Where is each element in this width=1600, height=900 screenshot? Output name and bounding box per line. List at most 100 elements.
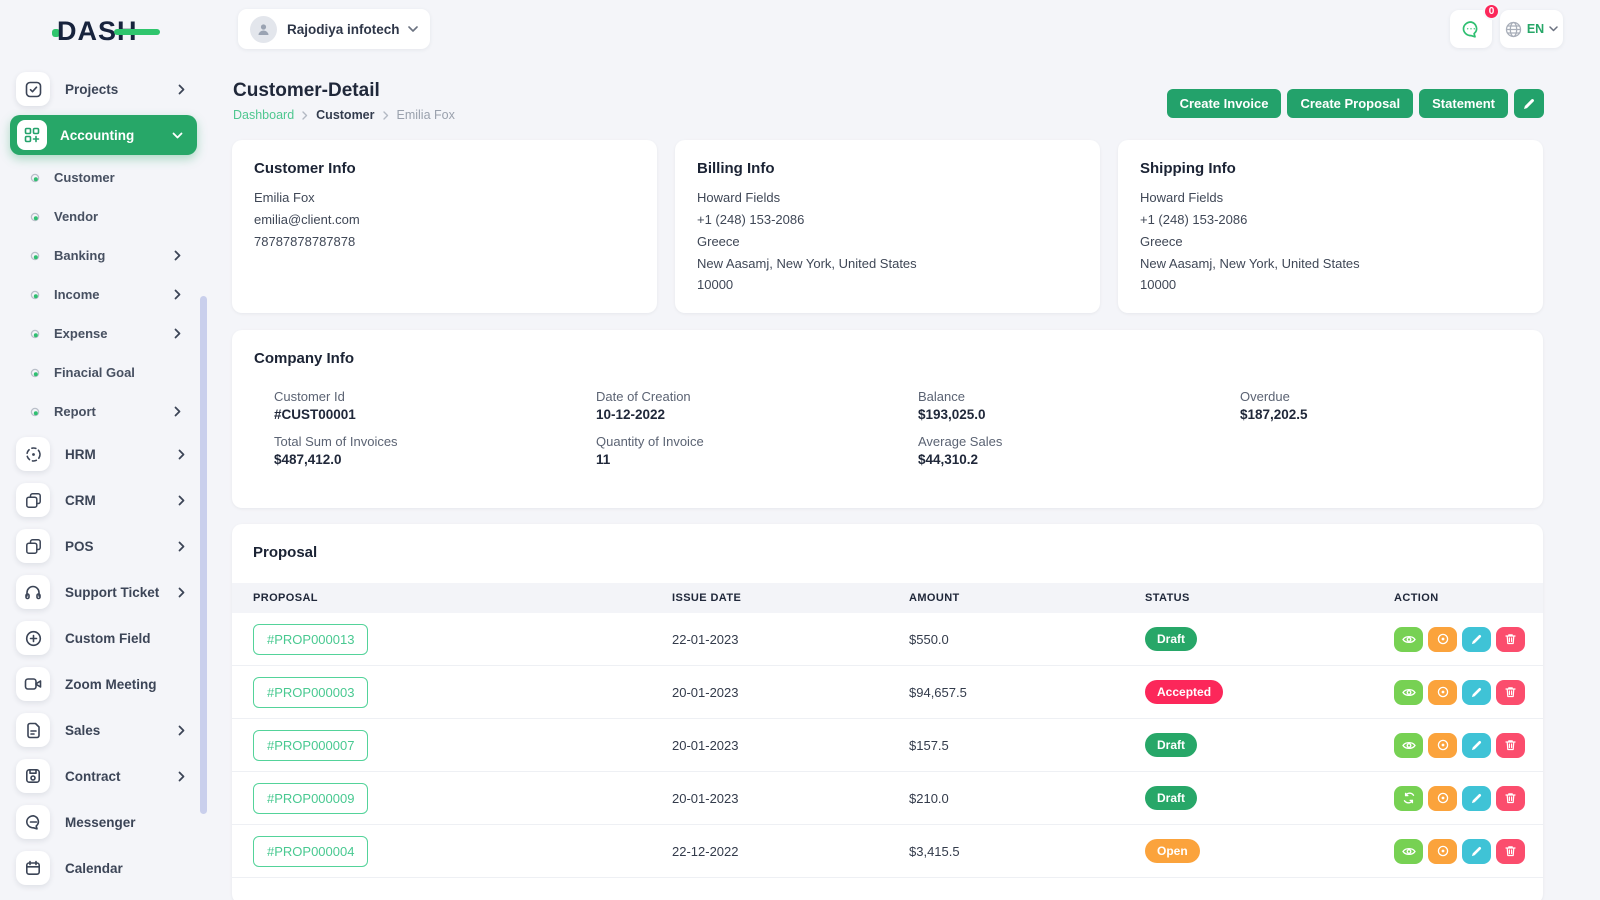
language-selector[interactable]: EN xyxy=(1500,10,1563,48)
sidebar-item-label: Messenger xyxy=(65,815,136,830)
proposal-id-link[interactable]: #PROP000013 xyxy=(253,624,368,655)
breadcrumb-separator-icon xyxy=(302,111,308,120)
sidebar-item-income[interactable]: Income xyxy=(0,275,207,314)
edit-customer-button[interactable] xyxy=(1514,89,1544,118)
sidebar-item-sales[interactable]: Sales xyxy=(0,707,207,753)
preview-button[interactable] xyxy=(1428,627,1457,652)
sidebar-item-zoom-meeting[interactable]: Zoom Meeting xyxy=(0,661,207,707)
company-switcher[interactable]: Rajodiya infotech xyxy=(238,9,430,49)
status-badge: Open xyxy=(1145,839,1200,863)
preview-button[interactable] xyxy=(1428,839,1457,864)
preview-button[interactable] xyxy=(1428,680,1457,705)
billing-address: New Aasamj, New York, United States xyxy=(697,255,1078,274)
proposal-id-link[interactable]: #PROP000003 xyxy=(253,677,368,708)
proposal-title: Proposal xyxy=(232,544,1543,561)
table-row: #PROP000004 22-12-2022 $3,415.5 Open xyxy=(232,825,1543,878)
issue-date: 22-01-2023 xyxy=(672,632,909,647)
bullet-icon xyxy=(30,251,40,261)
delete-button[interactable] xyxy=(1496,839,1525,864)
customer-name: Emilia Fox xyxy=(254,189,635,208)
bullet-icon xyxy=(30,329,40,339)
sidebar-item-calendar[interactable]: Calendar xyxy=(0,845,207,891)
edit-button[interactable] xyxy=(1462,786,1491,811)
proposal-id-link[interactable]: #PROP000007 xyxy=(253,730,368,761)
breadcrumb-customer-link[interactable]: Customer xyxy=(316,108,374,122)
sidebar-item-label: Sales xyxy=(65,723,100,738)
view-button[interactable] xyxy=(1394,680,1423,705)
sidebar-item-finacial-goal[interactable]: Finacial Goal xyxy=(0,353,207,392)
sidebar-item-crm[interactable]: CRM xyxy=(0,477,207,523)
breadcrumb-dashboard-link[interactable]: Dashboard xyxy=(233,108,294,122)
sidebar-item-banking[interactable]: Banking xyxy=(0,236,207,275)
proposal-card: Proposal PROPOSAL ISSUE DATE AMOUNT STAT… xyxy=(232,524,1543,900)
status-badge: Draft xyxy=(1145,786,1197,810)
trash-icon xyxy=(1505,792,1516,804)
delete-button[interactable] xyxy=(1496,786,1525,811)
eye-icon xyxy=(1402,846,1416,857)
sidebar-item-label: Contract xyxy=(65,769,121,784)
messages-button[interactable]: 0 xyxy=(1450,10,1492,48)
eye-icon xyxy=(1402,634,1416,645)
issue-date: 20-01-2023 xyxy=(672,738,909,753)
sidebar-item-expense[interactable]: Expense xyxy=(0,314,207,353)
edit-button[interactable] xyxy=(1462,627,1491,652)
create-proposal-button[interactable]: Create Proposal xyxy=(1287,89,1413,118)
chevron-right-icon xyxy=(178,84,185,95)
chevron-right-icon xyxy=(178,771,185,782)
customer-email: emilia@client.com xyxy=(254,211,635,230)
sidebar-scrollbar[interactable] xyxy=(200,296,207,814)
chevron-right-icon xyxy=(178,587,185,598)
sidebar-item-label: Finacial Goal xyxy=(54,365,135,380)
statement-button[interactable]: Statement xyxy=(1419,89,1508,118)
convert-button[interactable] xyxy=(1394,786,1423,811)
shipping-address: New Aasamj, New York, United States xyxy=(1140,255,1521,274)
preview-button[interactable] xyxy=(1428,786,1457,811)
billing-country: Greece xyxy=(697,233,1078,252)
customer-info-card: Customer Info Emilia Fox emilia@client.c… xyxy=(232,140,657,313)
edit-button[interactable] xyxy=(1462,680,1491,705)
sidebar-item-hrm[interactable]: HRM xyxy=(0,431,207,477)
proposal-id-link[interactable]: #PROP000004 xyxy=(253,836,368,867)
sidebar-item-support-ticket[interactable]: Support Ticket xyxy=(0,569,207,615)
page-title: Customer-Detail xyxy=(233,80,380,102)
sidebar-item-customer[interactable]: Customer xyxy=(0,158,207,197)
chevron-right-icon xyxy=(174,250,181,261)
amount: $3,415.5 xyxy=(909,844,1145,859)
sidebar-item-pos[interactable]: POS xyxy=(0,523,207,569)
sidebar-item-custom-field[interactable]: Custom Field xyxy=(0,615,207,661)
chevron-right-icon xyxy=(178,541,185,552)
sidebar-item-vendor[interactable]: Vendor xyxy=(0,197,207,236)
brand-logo[interactable]: DASH xyxy=(52,16,138,47)
col-status: STATUS xyxy=(1145,592,1394,604)
sidebar-item-label: Zoom Meeting xyxy=(65,677,157,692)
preview-button[interactable] xyxy=(1428,733,1457,758)
sidebar-item-messenger[interactable]: Messenger xyxy=(0,799,207,845)
eye-circle-icon xyxy=(1437,845,1449,857)
sidebar-item-report[interactable]: Report xyxy=(0,392,207,431)
delete-button[interactable] xyxy=(1496,680,1525,705)
edit-button[interactable] xyxy=(1462,839,1491,864)
document-icon xyxy=(16,713,50,747)
view-button[interactable] xyxy=(1394,839,1423,864)
proposal-table-header: PROPOSAL ISSUE DATE AMOUNT STATUS ACTION xyxy=(232,583,1543,613)
pencil-icon xyxy=(1523,98,1535,110)
view-button[interactable] xyxy=(1394,733,1423,758)
delete-button[interactable] xyxy=(1496,733,1525,758)
card-title: Billing Info xyxy=(697,160,1078,177)
field-customer-id: Customer Id #CUST00001 xyxy=(274,389,596,422)
headset-icon xyxy=(16,575,50,609)
bullet-icon xyxy=(30,368,40,378)
view-button[interactable] xyxy=(1394,627,1423,652)
billing-phone: +1 (248) 153-2086 xyxy=(697,211,1078,230)
trash-icon xyxy=(1505,845,1516,857)
sidebar-item-contract[interactable]: Contract xyxy=(0,753,207,799)
delete-button[interactable] xyxy=(1496,627,1525,652)
field-quantity-of-invoice: Quantity of Invoice 11 xyxy=(596,434,918,467)
create-invoice-button[interactable]: Create Invoice xyxy=(1167,89,1282,118)
col-amount: AMOUNT xyxy=(909,592,1145,604)
sidebar-item-projects[interactable]: Projects xyxy=(0,66,207,112)
edit-button[interactable] xyxy=(1462,733,1491,758)
proposal-id-link[interactable]: #PROP000009 xyxy=(253,783,368,814)
col-issue-date: ISSUE DATE xyxy=(672,592,909,604)
sidebar-item-accounting[interactable]: Accounting xyxy=(10,115,197,155)
